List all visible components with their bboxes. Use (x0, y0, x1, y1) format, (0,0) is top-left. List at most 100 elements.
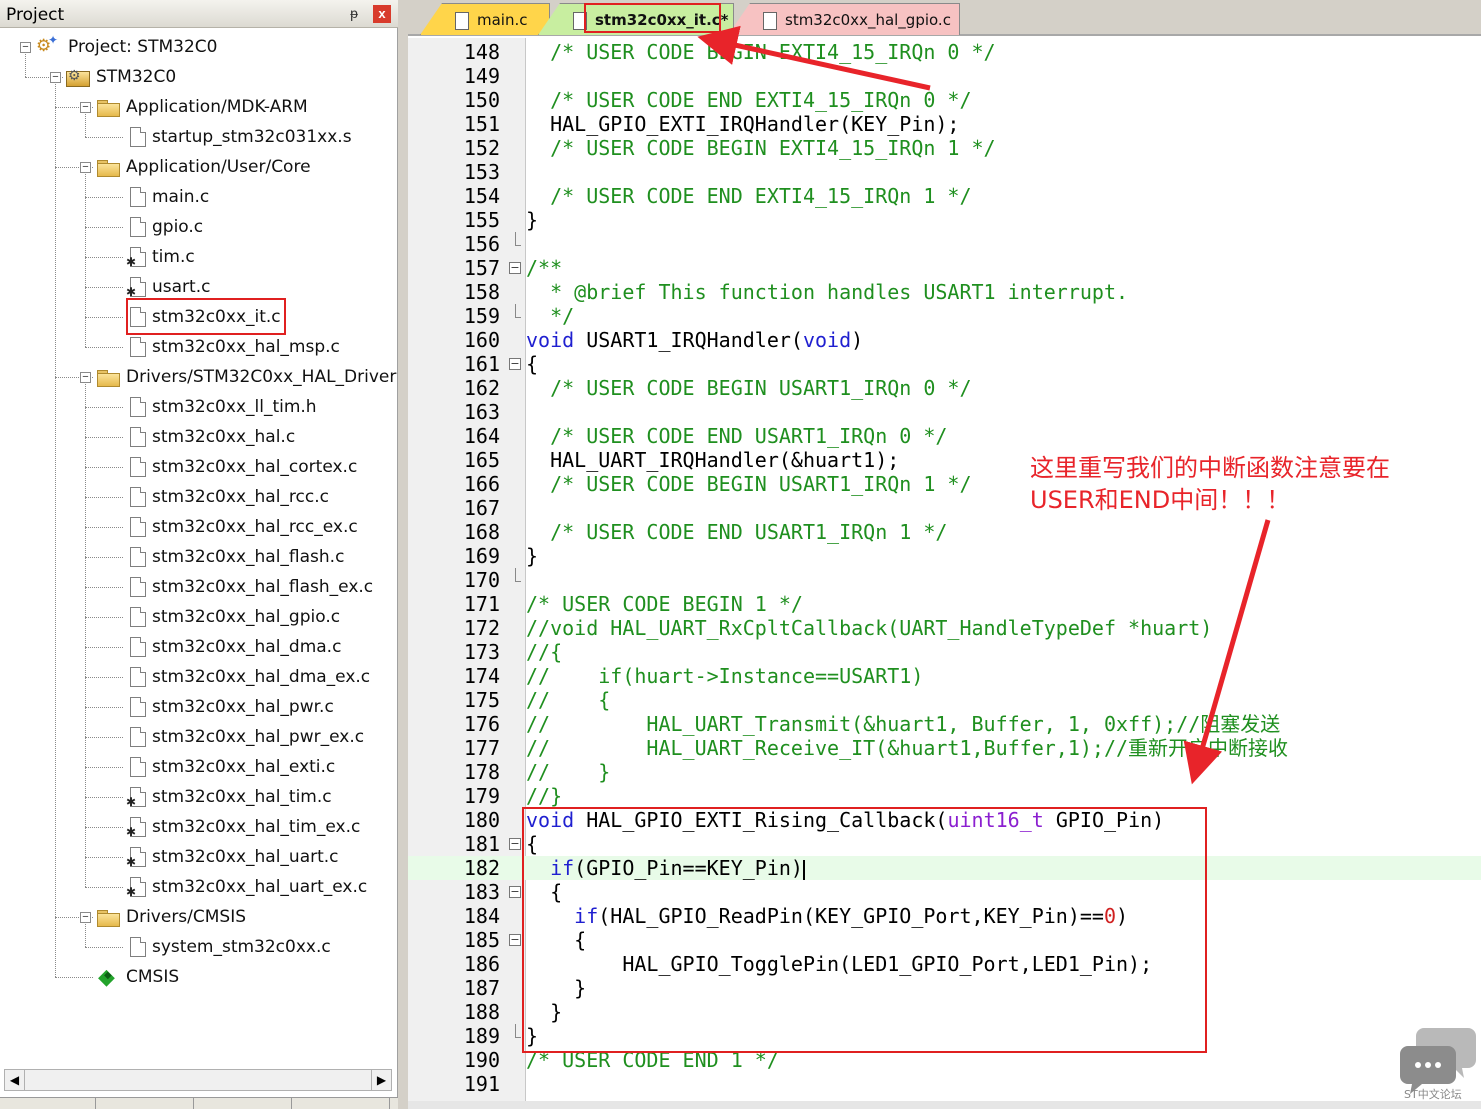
tree-item[interactable]: Drivers/CMSIS (96, 902, 246, 932)
code-line[interactable]: 179 //} (408, 784, 1481, 808)
tree-item[interactable]: stm32c0xx_hal_gpio.c (126, 602, 340, 632)
code-line[interactable]: 168 /* USER CODE END USART1_IRQn 1 */ (408, 520, 1481, 544)
tree-item[interactable]: stm32c0xx_hal_flash.c (126, 542, 344, 572)
horizontal-scrollbar[interactable]: ◀ ▶ (4, 1069, 392, 1091)
tree-item[interactable]: stm32c0xx_hal_dma_ex.c (126, 662, 370, 692)
panel-tab-templates[interactable] (294, 1098, 390, 1109)
code-line[interactable]: 178 // } (408, 760, 1481, 784)
code-token: // if(huart->Instance==USART1) (526, 664, 924, 688)
tab-main-c[interactable]: main.c (420, 3, 550, 35)
tree-item[interactable]: tim.c (126, 242, 195, 272)
code-line[interactable]: 169} (408, 544, 1481, 568)
tree-item[interactable]: Application/MDK-ARM (96, 92, 308, 122)
tree-item[interactable]: stm32c0xx_hal_rcc_ex.c (126, 512, 358, 542)
tree-item[interactable]: STM32C0 (66, 62, 176, 92)
fold-end-marker (515, 232, 521, 246)
line-number: 173 (463, 640, 500, 664)
close-icon[interactable]: x (373, 5, 391, 23)
code-line[interactable]: 177 // HAL_UART_Receive_IT(&huart1,Buffer… (408, 736, 1481, 760)
tree-item[interactable]: stm32c0xx_ll_tim.h (126, 392, 317, 422)
code-line[interactable]: 149 (408, 64, 1481, 88)
file-icon (130, 697, 146, 717)
scroll-left-icon[interactable]: ◀ (5, 1070, 25, 1090)
code-line[interactable]: 152 /* USER CODE BEGIN EXTI4_15_IRQn 1 *… (408, 136, 1481, 160)
fold-collapse-icon[interactable]: − (509, 934, 521, 946)
tree-item[interactable]: stm32c0xx_hal_msp.c (126, 332, 340, 362)
code-line[interactable]: 150 /* USER CODE END EXTI4_15_IRQn 0 */ (408, 88, 1481, 112)
tree-item[interactable]: stm32c0xx_hal.c (126, 422, 295, 452)
code-line[interactable]: 170 (408, 568, 1481, 592)
tree-item[interactable]: stm32c0xx_hal_tim.c (126, 782, 332, 812)
tree-connector (55, 84, 56, 977)
tree-item[interactable]: stm32c0xx_hal_flash_ex.c (126, 572, 373, 602)
tree-item[interactable]: startup_stm32c031xx.s (126, 122, 352, 152)
tree-item[interactable]: CMSIS (96, 962, 179, 992)
code-line[interactable]: 158 * @brief This function handles USART… (408, 280, 1481, 304)
cmsis-icon (96, 964, 120, 990)
tree-item[interactable]: Project: STM32C0 (36, 32, 217, 62)
panel-splitter[interactable] (398, 0, 408, 1109)
tree-item[interactable]: stm32c0xx_hal_uart_ex.c (126, 872, 367, 902)
tree-item[interactable]: stm32c0xx_hal_uart.c (126, 842, 339, 872)
pin-icon[interactable]: ᵽ (345, 4, 363, 22)
code-line[interactable]: 164 /* USER CODE END USART1_IRQn 0 */ (408, 424, 1481, 448)
code-line[interactable]: 156 (408, 232, 1481, 256)
watermark-text: ST中文论坛 (1404, 1088, 1462, 1101)
tree-item[interactable]: Application/User/Core (96, 152, 311, 182)
code-line[interactable]: 160 void USART1_IRQHandler(void) (408, 328, 1481, 352)
fold-collapse-icon[interactable]: − (509, 886, 521, 898)
code-line[interactable]: 176 // HAL_UART_Transmit(&huart1, Buffer,… (408, 712, 1481, 736)
tab-label: stm32c0xx_hal_gpio.c (785, 10, 951, 29)
code-line[interactable]: 163 (408, 400, 1481, 424)
code-line[interactable]: 162 /* USER CODE BEGIN USART1_IRQn 0 */ (408, 376, 1481, 400)
collapse-icon[interactable]: − (80, 162, 91, 173)
tree-item[interactable]: stm32c0xx_hal_cortex.c (126, 452, 357, 482)
code-line[interactable]: 154 /* USER CODE END EXTI4_15_IRQn 1 */ (408, 184, 1481, 208)
collapse-icon[interactable]: − (50, 72, 61, 83)
code-line[interactable]: 173 //{ (408, 640, 1481, 664)
fold-collapse-icon[interactable]: − (509, 262, 521, 274)
code-line[interactable]: 191 (408, 1072, 1481, 1096)
code-token: /** (526, 256, 563, 280)
fold-collapse-icon[interactable]: − (509, 358, 521, 370)
code-line[interactable]: 175 // { (408, 688, 1481, 712)
editor-bottom-scrollbar[interactable] (408, 1101, 1481, 1109)
tree-item[interactable]: stm32c0xx_hal_rcc.c (126, 482, 329, 512)
tree-item[interactable]: stm32c0xx_hal_tim_ex.c (126, 812, 360, 842)
line-number: 165 (463, 448, 500, 472)
code-line[interactable]: 148 /* USER CODE BEGIN EXTI4_15_IRQn 0 *… (408, 40, 1481, 64)
code-line[interactable]: 159 */ (408, 304, 1481, 328)
code-line[interactable]: 151 HAL_GPIO_EXTI_IRQHandler(KEY_Pin); (408, 112, 1481, 136)
fold-collapse-icon[interactable]: − (509, 838, 521, 850)
collapse-icon[interactable]: − (20, 42, 31, 53)
code-token: // HAL_UART_Transmit(&huart1, Buffer, 1,… (526, 712, 1281, 736)
panel-tab-project[interactable] (0, 1098, 96, 1109)
tree-item[interactable]: main.c (126, 182, 209, 212)
tree-item[interactable]: stm32c0xx_hal_pwr_ex.c (126, 722, 364, 752)
code-token: //} (526, 784, 563, 808)
collapse-icon[interactable]: − (80, 912, 91, 923)
code-line[interactable]: 171 /* USER CODE BEGIN 1 */ (408, 592, 1481, 616)
code-line[interactable]: 157−/** (408, 256, 1481, 280)
panel-tab-books[interactable] (98, 1098, 194, 1109)
tree-item-label: stm32c0xx_hal_dma.c (152, 637, 342, 657)
tree-item[interactable]: stm32c0xx_hal_exti.c (126, 752, 335, 782)
code-line[interactable]: 155} (408, 208, 1481, 232)
folder-icon (96, 98, 120, 117)
tree-item[interactable]: system_stm32c0xx.c (126, 932, 331, 962)
tab-hal-gpio-c[interactable]: stm32c0xx_hal_gpio.c (728, 3, 960, 35)
panel-tab-functions[interactable] (196, 1098, 292, 1109)
tree-item[interactable]: gpio.c (126, 212, 203, 242)
collapse-icon[interactable]: − (80, 102, 91, 113)
code-line[interactable]: 161−{ (408, 352, 1481, 376)
code-line[interactable]: 153 (408, 160, 1481, 184)
tree-item[interactable]: Drivers/STM32C0xx_HAL_Driver (96, 362, 396, 392)
file-icon (130, 397, 146, 417)
tree-item[interactable]: stm32c0xx_hal_dma.c (126, 632, 341, 662)
tree-item-label: Drivers/STM32C0xx_HAL_Driver (126, 367, 397, 387)
collapse-icon[interactable]: − (80, 372, 91, 383)
code-line[interactable]: 172 //void HAL_UART_RxCpltCallback(UART_H… (408, 616, 1481, 640)
code-line[interactable]: 174 // if(huart->Instance==USART1) (408, 664, 1481, 688)
tree-item[interactable]: stm32c0xx_hal_pwr.c (126, 692, 334, 722)
scroll-right-icon[interactable]: ▶ (371, 1070, 391, 1090)
